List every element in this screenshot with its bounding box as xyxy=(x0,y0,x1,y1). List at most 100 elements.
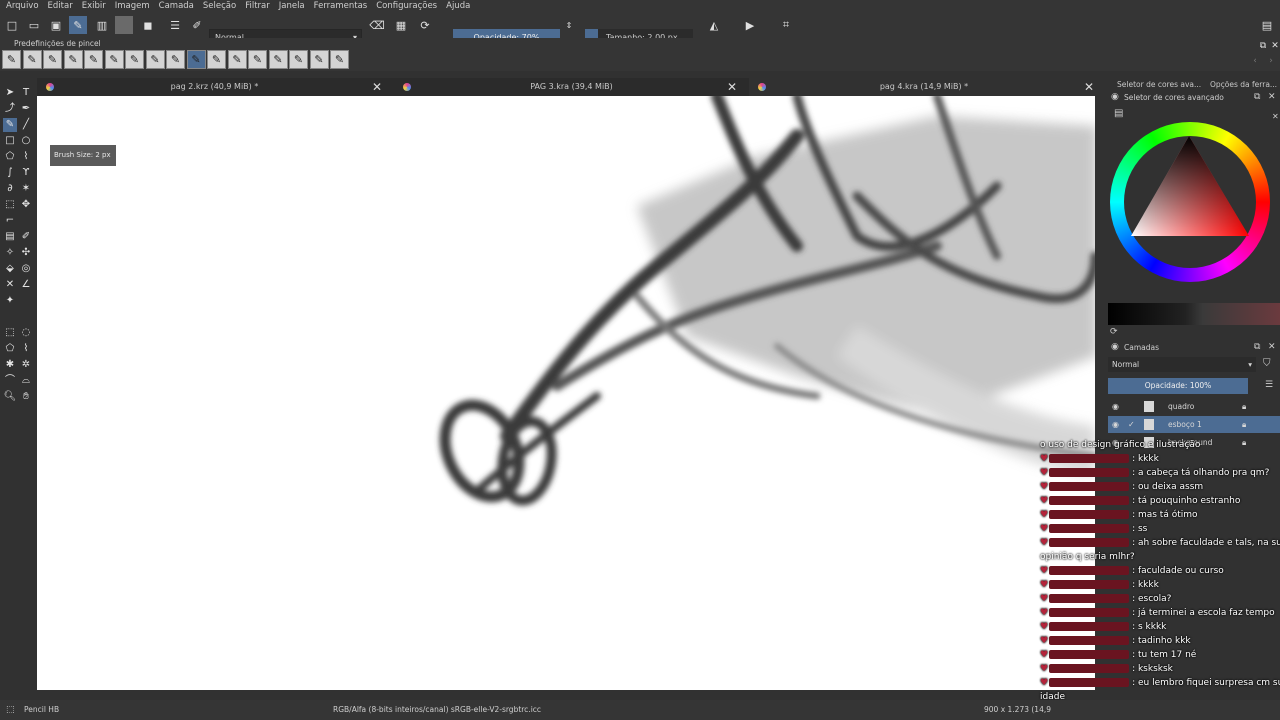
preset-icon[interactable]: ✐ xyxy=(188,16,206,34)
crop-icon[interactable]: ⌐ xyxy=(3,214,17,228)
rectangle-icon[interactable]: □ xyxy=(3,134,17,148)
brush-preset-icon[interactable]: ✎ xyxy=(289,50,308,69)
brush-preset-icon[interactable]: ✎ xyxy=(248,50,267,69)
menu-item[interactable]: Exibir xyxy=(82,0,106,13)
lock-icon[interactable]: 🔒︎ xyxy=(1242,398,1246,415)
bezier-icon[interactable]: ∫ xyxy=(3,166,17,180)
menu-item[interactable]: Janela xyxy=(279,0,305,13)
select-shape-icon[interactable]: ➤ xyxy=(3,86,17,100)
fg-bg-color-icon[interactable]: ◼ xyxy=(139,16,157,34)
move-icon[interactable]: ✥ xyxy=(19,198,33,212)
float-icon[interactable]: ⧉ xyxy=(1254,342,1260,352)
save-icon[interactable]: ▣ xyxy=(47,16,65,34)
filter-icon[interactable]: ⛉ xyxy=(1263,358,1271,369)
similar-select-icon[interactable]: ✲ xyxy=(19,358,33,372)
color-history-bar[interactable] xyxy=(1108,303,1280,325)
new-document-icon[interactable]: □ xyxy=(3,16,21,34)
menu-item[interactable]: Ajuda xyxy=(446,0,470,13)
reload-icon[interactable]: ⟳ xyxy=(416,16,434,34)
tab-pag2[interactable]: pag 2.krz (40,9 MiB) * xyxy=(37,78,392,96)
layer-blend-select[interactable]: Normal ▾ xyxy=(1108,357,1256,372)
brush-preset-icon[interactable]: ✎ xyxy=(2,50,21,69)
mirror-vertical-icon[interactable]: ▶ xyxy=(741,16,759,34)
ellipse-icon[interactable]: ○ xyxy=(19,134,33,148)
brush-settings-icon[interactable]: ☰ xyxy=(166,16,184,34)
check-icon[interactable]: ✓ xyxy=(1128,416,1135,433)
settings-icon[interactable]: ▤ xyxy=(1114,108,1123,119)
pan-icon[interactable]: ✋︎ xyxy=(19,390,33,404)
layer-row[interactable]: ◉ quadro 🔒︎ xyxy=(1108,398,1280,415)
close-tab-icon[interactable]: ✕ xyxy=(372,79,382,95)
menu-item[interactable]: Editar xyxy=(48,0,73,13)
brush-preset-icon[interactable]: ✎ xyxy=(309,50,329,69)
line-icon[interactable]: ╱ xyxy=(19,118,33,132)
scroll-right-icon[interactable]: › xyxy=(1262,52,1280,70)
lock-icon[interactable]: 🔒︎ xyxy=(1242,416,1246,433)
close-tab-icon[interactable]: ✕ xyxy=(727,79,737,95)
close-icon[interactable]: ✕ xyxy=(1272,112,1279,121)
brush-preset-icon[interactable]: ✎ xyxy=(227,50,247,69)
dynamic-brush-icon[interactable]: ∂ xyxy=(3,182,17,196)
edit-shape-icon[interactable]: ⤴ xyxy=(3,102,17,116)
close-icon[interactable]: ✕ xyxy=(1268,342,1276,352)
zoom-icon[interactable]: 🔍︎ xyxy=(3,390,17,404)
fill-icon[interactable]: ⬙ xyxy=(3,262,17,276)
smart-patch-icon[interactable]: ✧ xyxy=(3,246,17,260)
brush-preset-icon[interactable]: ✎ xyxy=(104,50,124,69)
brush-preset-icon[interactable]: ✎ xyxy=(125,50,144,69)
multibrush-icon[interactable]: ✶ xyxy=(19,182,33,196)
refresh-icon[interactable]: ⟳ xyxy=(1110,327,1118,337)
mirror-horizontal-icon[interactable]: ◭ xyxy=(705,16,723,34)
measure-icon[interactable]: ∠ xyxy=(19,278,33,292)
path-icon[interactable]: ϒ xyxy=(19,166,33,180)
transform-icon[interactable]: ⬚ xyxy=(3,198,17,212)
bezier-select-icon[interactable]: ⌒ xyxy=(3,374,17,388)
contiguous-select-icon[interactable]: ✱ xyxy=(3,358,17,372)
freehand-select-icon[interactable]: ⌇ xyxy=(19,342,33,356)
menu-item[interactable]: Filtrar xyxy=(245,0,270,13)
brush-preset-icon[interactable]: ✎ xyxy=(268,50,288,69)
pattern-icon[interactable] xyxy=(115,16,133,34)
brush-editor-icon[interactable]: ✎ xyxy=(69,16,87,34)
layer-opacity-slider[interactable]: Opacidade: 100% xyxy=(1108,378,1248,394)
layer-row-selected[interactable]: ◉ ✓ esboço 1 🔒︎ xyxy=(1108,416,1280,433)
brush-preset-icon[interactable]: ✎ xyxy=(43,50,62,69)
color-picker-icon[interactable]: ✐ xyxy=(19,230,33,244)
brush-preset-icon[interactable]: ✎ xyxy=(63,50,83,69)
magnetic-select-icon[interactable]: ⌓ xyxy=(19,374,33,388)
tab-color-selector[interactable]: Seletor de cores ava... xyxy=(1117,78,1201,92)
assistant-tool-icon[interactable]: ✕ xyxy=(3,278,17,292)
polyline-icon[interactable]: ⌇ xyxy=(19,150,33,164)
float-icon[interactable]: ⧉ xyxy=(1254,92,1260,102)
freehand-brush-icon[interactable]: ✎ xyxy=(3,118,17,132)
gradient-icon[interactable]: ▥ xyxy=(93,16,111,34)
window-layout-icon[interactable]: ▤ xyxy=(1258,16,1276,34)
pattern-fill-icon[interactable]: ◎ xyxy=(19,262,33,276)
ellipse-select-icon[interactable]: ◌ xyxy=(19,326,33,340)
menu-item[interactable]: Imagem xyxy=(115,0,150,13)
opacity-stepper-icon[interactable]: ⇕ xyxy=(560,16,578,34)
rect-select-icon[interactable]: ⬚ xyxy=(3,326,17,340)
menu-icon[interactable]: ☰ xyxy=(1265,380,1273,390)
reference-icon[interactable]: ✦ xyxy=(3,294,17,308)
tab-tool-options[interactable]: Opções da ferra... xyxy=(1210,78,1277,92)
brush-preset-icon[interactable]: ✎ xyxy=(22,50,42,69)
wrap-icon[interactable]: ⌗ xyxy=(777,16,795,34)
menu-item[interactable]: Camada xyxy=(159,0,194,13)
saturation-triangle[interactable] xyxy=(1125,132,1257,242)
calligraphy-icon[interactable]: ✒ xyxy=(19,102,33,116)
gradient-icon[interactable]: ▤ xyxy=(3,230,17,244)
text-icon[interactable]: T xyxy=(19,86,33,100)
close-tab-icon[interactable]: ✕ xyxy=(1084,79,1094,95)
eye-icon[interactable]: ◉ xyxy=(1112,398,1119,415)
eye-icon[interactable]: ◉ xyxy=(1112,416,1119,433)
polygon-select-icon[interactable]: ⬠ xyxy=(3,342,17,356)
eraser-icon[interactable]: ⌫ xyxy=(368,16,386,34)
menu-item[interactable]: Ferramentas xyxy=(314,0,368,13)
menu-item[interactable]: Configurações xyxy=(376,0,437,13)
assistant-icon[interactable]: ✣ xyxy=(19,246,33,260)
brush-preset-icon[interactable]: ✎ xyxy=(145,50,165,69)
close-icon[interactable]: ✕ xyxy=(1268,92,1276,102)
brush-preset-icon[interactable]: ✎ xyxy=(186,50,206,69)
brush-preset-icon[interactable]: ✎ xyxy=(84,50,103,69)
